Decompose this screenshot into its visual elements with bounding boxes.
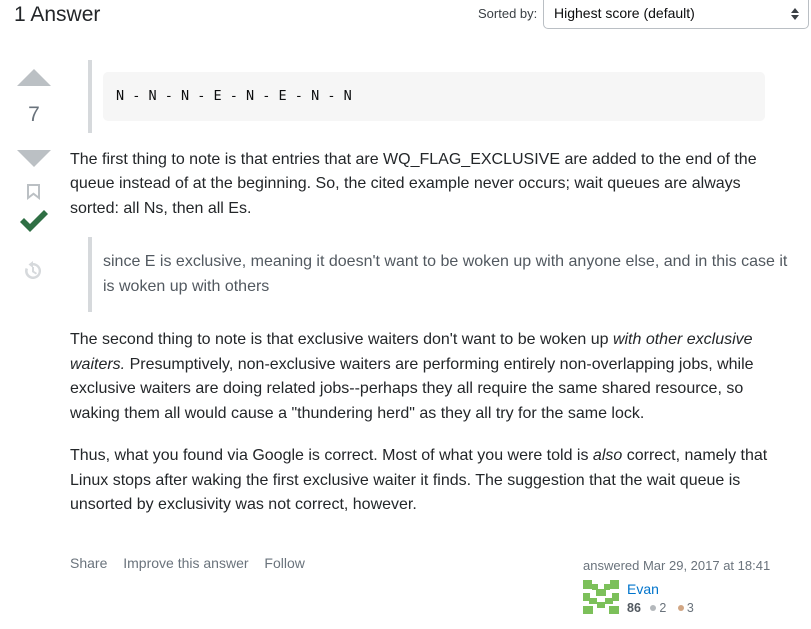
para2-text-b: Presumptively, non-exclusive waiters are… (70, 355, 754, 422)
improve-answer-link[interactable]: Improve this answer (123, 555, 248, 571)
avatar[interactable] (583, 580, 619, 614)
answers-count-heading: 1 Answer (14, 3, 101, 26)
sort-label: Sorted by: (478, 6, 538, 21)
user-name-link[interactable]: Evan (627, 581, 659, 597)
answer-paragraph-2: The second thing to note is that exclusi… (70, 328, 792, 426)
para2-text-a: The second thing to note is that exclusi… (70, 331, 613, 348)
upvote-arrow-icon[interactable] (16, 68, 52, 88)
sort-select-value: Highest score (default) (554, 5, 695, 21)
downvote-arrow-icon[interactable] (16, 148, 52, 168)
para3-emphasis: also (592, 447, 623, 464)
code-block: N - N - N - E - N - E - N - N (103, 72, 765, 121)
bronze-badge-icon (677, 605, 684, 611)
silver-badge-count: 2 (659, 601, 667, 615)
bronze-badge-count: 3 (686, 601, 694, 615)
bookmark-icon[interactable] (26, 183, 41, 201)
user-reputation: 86 2 3 (627, 601, 694, 615)
silver-badge-icon (650, 605, 657, 611)
answered-timestamp: answered Mar 29, 2017 at 18:41 (583, 558, 771, 573)
blockquote-code: N - N - N - E - N - E - N - N (88, 60, 792, 133)
history-icon[interactable] (23, 261, 43, 281)
answer-paragraph-3: Thus, what you found via Google is corre… (70, 444, 792, 518)
select-chevron-icon (791, 8, 799, 20)
answer-body: N - N - N - E - N - E - N - N The first … (70, 58, 792, 518)
para3-text-a: Thus, what you found via Google is corre… (70, 447, 593, 464)
sort-select[interactable]: Highest score (default) (543, 0, 809, 29)
quote-text: since E is exclusive, meaning it doesn't… (103, 253, 788, 295)
vote-score: 7 (28, 103, 40, 126)
post-actions: Share Improve this answer Follow (70, 555, 317, 571)
blockquote-text: since E is exclusive, meaning it doesn't… (88, 237, 792, 312)
reputation-score: 86 (627, 601, 641, 615)
follow-link[interactable]: Follow (264, 555, 304, 571)
accepted-checkmark-icon (20, 210, 48, 232)
share-link[interactable]: Share (70, 555, 107, 571)
answer-paragraph-1: The first thing to note is that entries … (70, 150, 757, 217)
